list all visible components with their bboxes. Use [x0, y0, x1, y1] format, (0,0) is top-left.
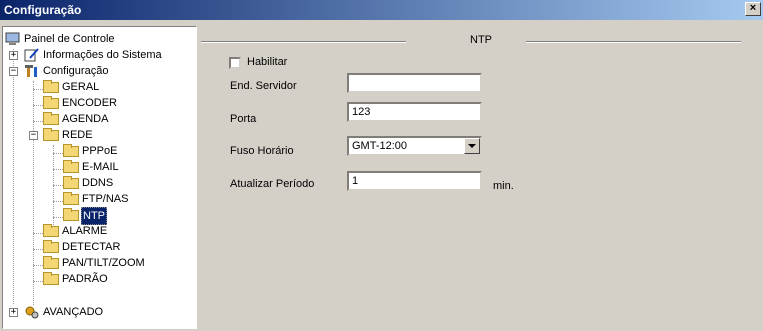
tree-label: AVANÇADO [43, 306, 104, 318]
tree-label: PPPoE [82, 145, 118, 157]
tree-connector [33, 281, 43, 282]
tree-connector [53, 201, 63, 202]
open-folder-icon [63, 208, 79, 221]
expand-icon[interactable]: + [9, 51, 18, 60]
folder-icon [63, 160, 79, 173]
tree-label: AGENDA [62, 113, 109, 125]
window-title: Configuração [4, 3, 82, 17]
tree-connector [13, 49, 14, 304]
fuso-label: Fuso Horário [230, 145, 294, 157]
servidor-field[interactable] [347, 73, 482, 93]
fuso-select[interactable]: GMT-12:00 [347, 136, 482, 156]
folder-icon [43, 256, 59, 269]
folder-icon [63, 192, 79, 205]
tree-label: Painel de Controle [24, 33, 115, 45]
config-window: Configuração × Painel de Controle + Info… [0, 0, 763, 331]
periodo-label: Atualizar Período [230, 178, 315, 190]
folder-icon [43, 128, 59, 141]
expand-icon[interactable]: + [9, 308, 18, 317]
tree-label: DETECTAR [62, 241, 121, 253]
habilitar-label: Habilitar [247, 56, 288, 68]
title-bar: Configuração × [0, 0, 763, 20]
servidor-label: End. Servidor [230, 80, 297, 92]
tree-connector [33, 265, 43, 266]
close-button[interactable]: × [745, 2, 761, 16]
porta-field[interactable]: 123 [347, 102, 482, 122]
ntp-panel: NTP Habilitar End. Servidor Porta 123 Fu… [201, 26, 761, 329]
folder-icon [63, 144, 79, 157]
gears-icon [25, 306, 39, 319]
group-title: NTP [470, 34, 492, 46]
fuso-value: GMT-12:00 [352, 140, 408, 152]
tree-label: DDNS [82, 177, 114, 189]
collapse-icon[interactable]: − [29, 131, 38, 140]
folder-icon [43, 112, 59, 125]
tree-label: ENCODER [62, 97, 118, 109]
collapse-icon[interactable]: − [9, 67, 18, 76]
tree-label: ALARME [62, 225, 108, 237]
periodo-field[interactable]: 1 [347, 171, 482, 191]
tree-label: PAN/TILT/ZOOM [62, 257, 145, 269]
tree-connector [33, 121, 43, 122]
tree-connector [53, 153, 63, 154]
tree-connector [33, 105, 43, 106]
folder-icon [43, 224, 59, 237]
tree-label: E-MAIL [82, 161, 119, 173]
monitor-icon [5, 32, 20, 45]
tree-connector [53, 217, 63, 218]
document-pen-icon [24, 48, 39, 62]
folder-icon [43, 96, 59, 109]
tree-connector [33, 89, 43, 90]
tree-label: FTP/NAS [82, 193, 129, 205]
folder-icon [43, 80, 59, 93]
tree-label: Informações do Sistema [43, 49, 162, 61]
habilitar-checkbox[interactable] [229, 57, 241, 69]
group-divider [201, 41, 406, 43]
porta-label: Porta [230, 113, 257, 125]
periodo-unit: min. [493, 180, 514, 192]
tree-label: REDE [62, 129, 93, 141]
tools-icon [25, 65, 37, 77]
tree-label: PADRÃO [62, 273, 108, 285]
tree-connector [33, 81, 34, 305]
tree-label: Configuração [43, 65, 109, 77]
dropdown-arrow-icon[interactable] [464, 138, 480, 154]
tree-connector [33, 233, 43, 234]
tree-connector [53, 169, 63, 170]
tree-label: GERAL [62, 81, 100, 93]
folder-icon [43, 240, 59, 253]
tree-connector [33, 249, 43, 250]
navigation-tree[interactable]: Painel de Controle + Informações do Sist… [2, 26, 197, 329]
group-divider [526, 41, 741, 43]
tree-connector [53, 185, 63, 186]
folder-icon [63, 176, 79, 189]
folder-icon [43, 272, 59, 285]
